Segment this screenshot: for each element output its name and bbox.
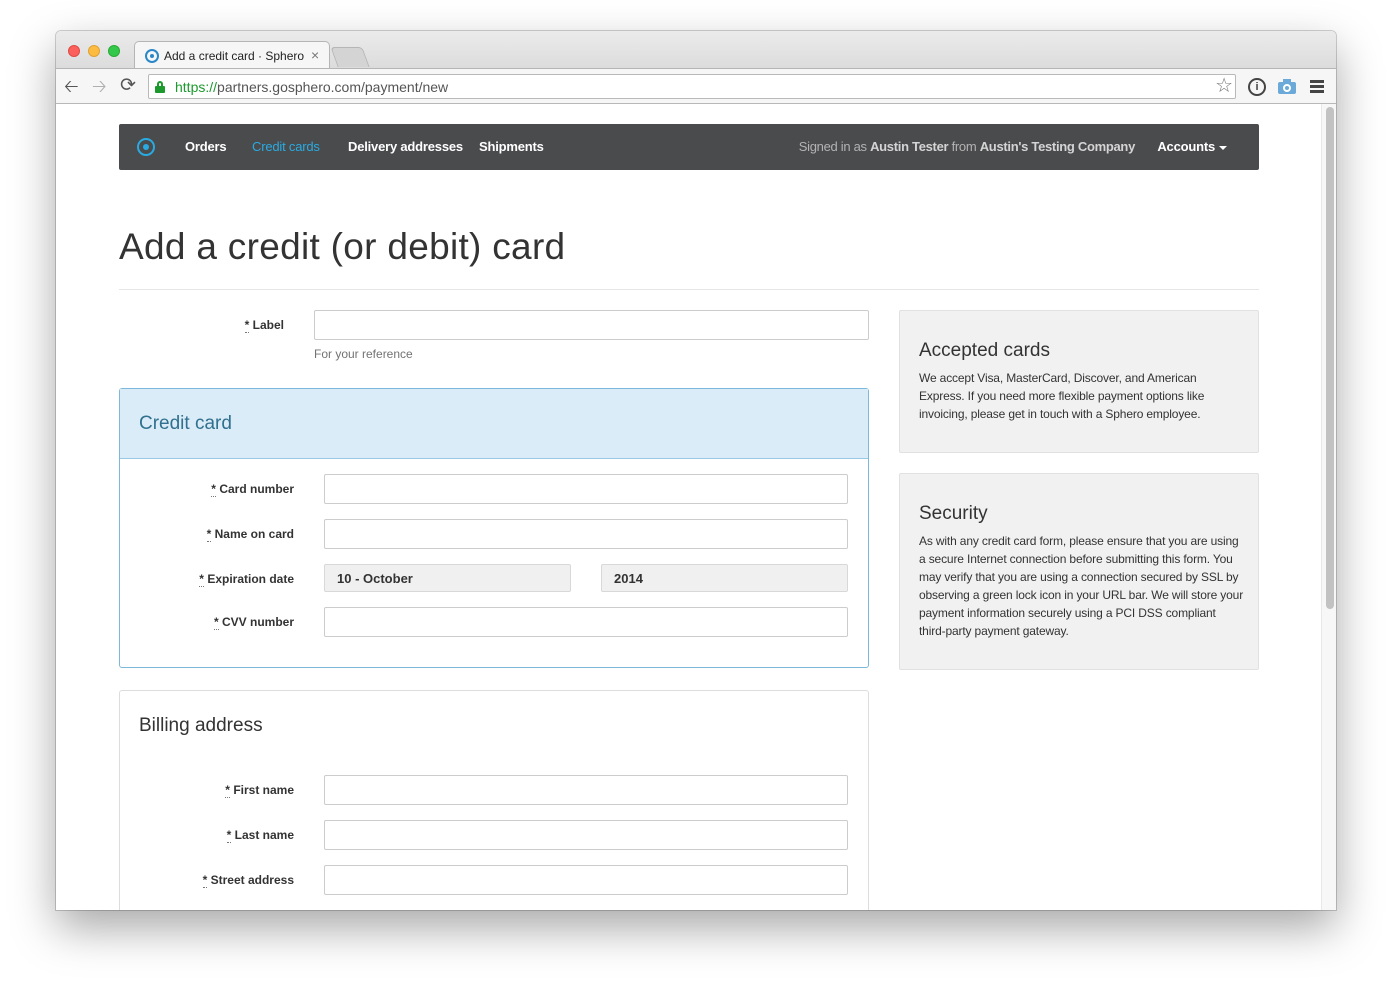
required-mark: * <box>199 572 204 587</box>
url-host: partners.gosphero.com <box>217 79 361 95</box>
security-body: As with any credit card form, please ens… <box>919 534 1244 638</box>
name-on-card-label-text: Name on card <box>214 527 294 541</box>
security-title: Security <box>919 503 988 524</box>
signed-in-prefix: Signed in as <box>798 139 867 154</box>
reload-icon[interactable]: ⟳ <box>120 76 136 96</box>
first-name-label-text: First name <box>233 783 294 797</box>
nav-delivery-addresses[interactable]: Delivery addresses <box>348 139 463 154</box>
scrollbar-thumb[interactable] <box>1326 107 1334 609</box>
credit-card-panel-header: Credit card <box>120 389 868 459</box>
minimize-window-button[interactable] <box>88 45 100 57</box>
signed-in-text: Signed in as Austin Tester from Austin's… <box>798 139 1136 154</box>
tab-close-icon[interactable]: × <box>311 47 319 63</box>
bookmark-star-icon[interactable]: ☆ <box>1215 75 1233 97</box>
expiration-date-label: * Expiration date <box>199 572 294 587</box>
browser-toolbar: 🡠 🡢 ⟳ https://partners.gosphero.com/paym… <box>56 68 1336 104</box>
first-name-input[interactable] <box>324 775 848 805</box>
tab-title: Add a credit card · Sphero <box>164 49 305 63</box>
company-name: Austin's Testing Company <box>979 139 1136 154</box>
street-address-input[interactable] <box>324 865 848 895</box>
menu-icon[interactable] <box>1310 80 1324 93</box>
accounts-dropdown[interactable]: Accounts <box>1157 139 1227 154</box>
nav-orders[interactable]: Orders <box>185 139 227 154</box>
nav-shipments[interactable]: Shipments <box>479 139 544 154</box>
camera-extension-icon[interactable] <box>1278 78 1296 96</box>
card-number-input[interactable] <box>324 474 848 504</box>
label-field-text: Label <box>252 318 284 332</box>
sphero-favicon-icon <box>145 49 159 63</box>
required-mark: * <box>225 783 230 798</box>
caret-down-icon <box>1219 145 1227 150</box>
user-name: Austin Tester <box>870 139 949 154</box>
vertical-scrollbar[interactable] <box>1321 104 1336 910</box>
url-scheme: https:// <box>175 79 218 95</box>
page-title: Add a credit (or debit) card <box>119 226 566 267</box>
signed-in-middle: from <box>951 139 977 154</box>
browser-window: Add a credit card · Sphero × 🡠 🡢 ⟳ https… <box>56 31 1336 910</box>
card-number-label: * Card number <box>211 482 294 497</box>
sphero-logo-icon[interactable] <box>137 138 155 156</box>
accepted-cards-well: Accepted cards We accept Visa, MasterCar… <box>899 310 1259 453</box>
label-help-text: For your reference <box>314 347 413 361</box>
browser-tab[interactable]: Add a credit card · Sphero × <box>134 41 330 69</box>
accepted-cards-title: Accepted cards <box>919 340 1050 361</box>
credit-card-panel: Credit card * Card number * Name on card… <box>119 388 869 668</box>
new-tab-button[interactable] <box>330 47 370 67</box>
last-name-input[interactable] <box>324 820 848 850</box>
last-name-label-text: Last name <box>234 828 294 842</box>
name-on-card-label: * Name on card <box>206 527 294 542</box>
back-arrow-icon[interactable]: 🡠 <box>64 76 79 96</box>
top-navbar: Orders Credit cards Delivery addresses S… <box>119 124 1259 170</box>
billing-address-heading: Billing address <box>139 715 263 736</box>
expiration-date-label-text: Expiration date <box>207 572 294 586</box>
label-input[interactable] <box>314 310 869 340</box>
required-mark: * <box>206 527 212 542</box>
title-divider <box>119 289 1259 290</box>
info-extension-icon[interactable]: i <box>1248 78 1266 96</box>
label-field-label: * Label <box>244 318 284 333</box>
required-mark: * <box>213 615 219 630</box>
url-text[interactable]: https://partners.gosphero.com/payment/ne… <box>175 79 448 95</box>
address-bar[interactable]: https://partners.gosphero.com/payment/ne… <box>148 74 1236 99</box>
expiration-year-select[interactable]: 2014 <box>601 564 848 592</box>
title-bar: Add a credit card · Sphero × <box>56 31 1336 69</box>
expiration-month-select[interactable]: 10 - October <box>324 564 571 592</box>
nav-credit-cards[interactable]: Credit cards <box>252 139 320 154</box>
card-number-label-text: Card number <box>219 482 294 496</box>
required-mark: * <box>244 318 250 333</box>
name-on-card-input[interactable] <box>324 519 848 549</box>
required-mark: * <box>211 482 216 497</box>
cvv-label-text: CVV number <box>221 615 294 629</box>
security-well: Security As with any credit card form, p… <box>899 473 1259 670</box>
billing-address-panel: Billing address * First name * Last name… <box>119 690 869 910</box>
street-address-label: * Street address <box>202 873 294 888</box>
forward-arrow-icon[interactable]: 🡢 <box>92 76 107 96</box>
accepted-cards-body: We accept Visa, MasterCard, Discover, an… <box>919 371 1205 421</box>
cvv-label: * CVV number <box>213 615 294 630</box>
url-path: /payment/new <box>361 79 449 95</box>
required-mark: * <box>202 873 208 888</box>
cvv-input[interactable] <box>324 607 848 637</box>
lock-icon[interactable] <box>155 81 165 93</box>
first-name-label: * First name <box>225 783 294 798</box>
accounts-label: Accounts <box>1157 139 1215 154</box>
required-mark: * <box>226 828 232 843</box>
last-name-label: * Last name <box>226 828 294 843</box>
zoom-window-button[interactable] <box>108 45 120 57</box>
page-viewport: Orders Credit cards Delivery addresses S… <box>56 104 1336 910</box>
close-window-button[interactable] <box>68 45 80 57</box>
credit-card-heading: Credit card <box>139 413 232 434</box>
street-address-label-text: Street address <box>210 873 294 887</box>
